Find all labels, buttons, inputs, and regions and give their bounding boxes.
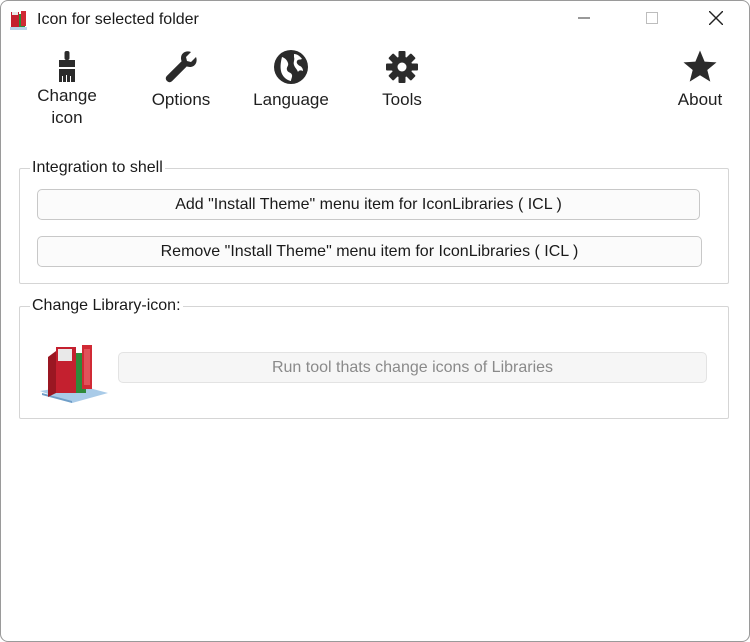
gear-icon — [384, 49, 420, 85]
maximize-button[interactable] — [629, 1, 675, 39]
integration-group: Integration to shell Add "Install Theme"… — [19, 159, 729, 284]
brush-icon — [49, 49, 85, 85]
library-group: Change Library-icon: Run tool thats chan… — [19, 297, 729, 419]
options-label: Options — [151, 90, 211, 109]
about-label: About — [677, 90, 723, 109]
minimize-button[interactable] — [561, 1, 607, 39]
title-bar[interactable]: Icon for selected folder — [1, 1, 749, 39]
main-window: Icon for selected folder Change icon Opt… — [0, 0, 750, 642]
minimize-icon — [578, 11, 590, 29]
change-icon-label-2: icon — [51, 108, 83, 127]
toolbar-about[interactable]: About — [665, 49, 735, 111]
change-icon-label-1: Change — [37, 86, 97, 105]
library-group-title: Change Library-icon: — [30, 297, 183, 315]
window-title: Icon for selected folder — [37, 11, 199, 28]
language-label: Language — [253, 90, 329, 109]
wrench-icon — [163, 49, 199, 85]
toolbar-language[interactable]: Language — [249, 49, 333, 111]
add-install-theme-button[interactable]: Add "Install Theme" menu item for IconLi… — [37, 189, 700, 220]
remove-install-theme-button[interactable]: Remove "Install Theme" menu item for Ico… — [37, 236, 702, 267]
toolbar-options[interactable]: Options — [143, 49, 219, 111]
folder-library-icon — [10, 10, 28, 30]
maximize-icon — [646, 11, 658, 29]
toolbar-tools[interactable]: Tools — [367, 49, 437, 111]
globe-icon — [273, 49, 309, 85]
close-button[interactable] — [693, 1, 739, 39]
tools-label: Tools — [382, 90, 422, 109]
run-library-tool-button[interactable]: Run tool thats change icons of Libraries — [118, 352, 707, 383]
close-icon — [708, 10, 724, 30]
library-folder-icon — [38, 343, 110, 405]
integration-group-title: Integration to shell — [30, 159, 165, 177]
star-icon — [682, 49, 718, 85]
toolbar-change-icon[interactable]: Change icon — [29, 49, 105, 129]
